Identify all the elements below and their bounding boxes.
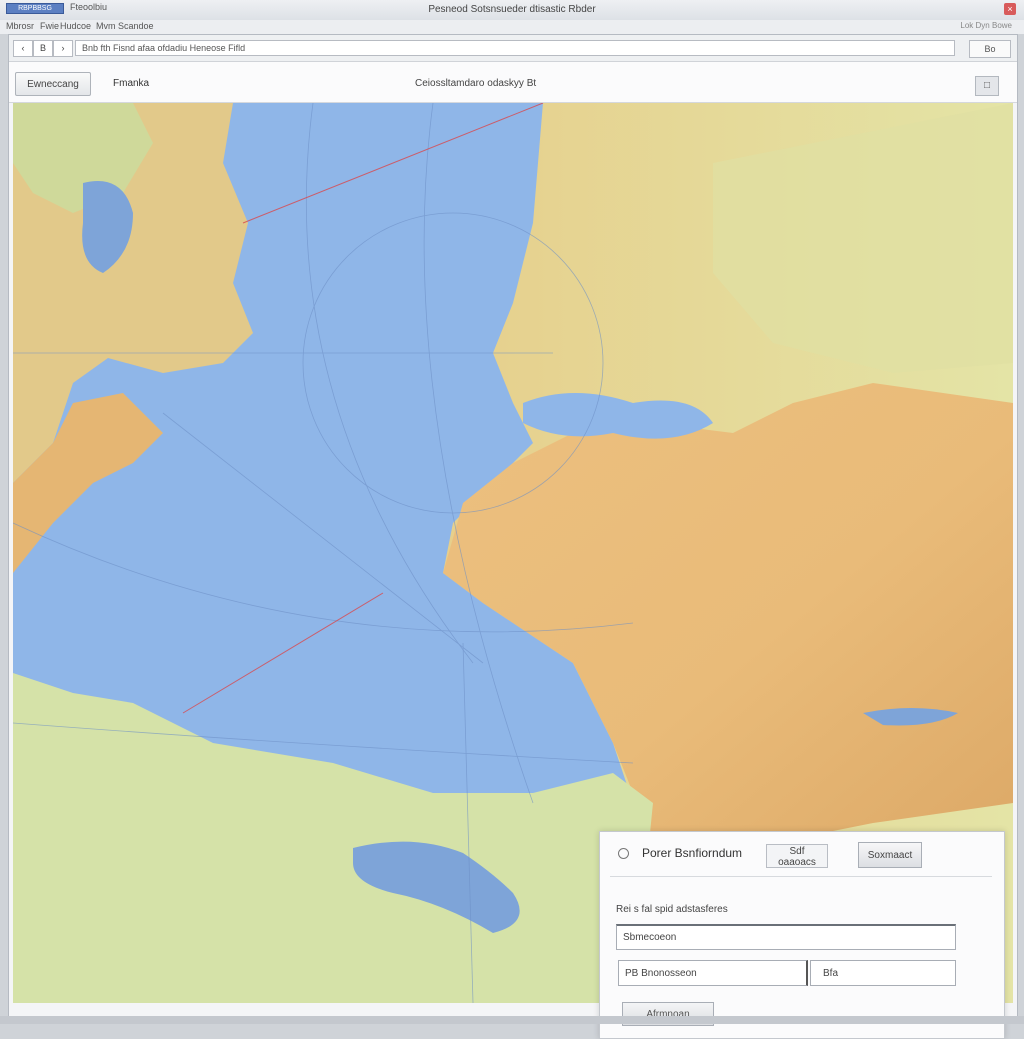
menu-item-2[interactable]: Fwie <box>40 21 59 31</box>
home-icon[interactable]: B <box>33 40 53 57</box>
menu-right-text: Lok Dyn Bowe <box>960 21 1012 30</box>
panel-primary-button[interactable]: Soxmaact <box>858 842 922 868</box>
menu-item-5[interactable]: Scandoe <box>118 21 154 31</box>
panel-divider <box>610 876 992 877</box>
map-header: Ewneccang Fmanka Ceiossltamdaro odaskyy … <box>9 62 1017 103</box>
window-title: Pesneod Sotsnsueder dtisastic Rbder <box>428 4 596 15</box>
panel-form-label: Rei s fal spid adstasferes <box>616 904 728 915</box>
status-bar <box>0 1016 1024 1024</box>
header-button[interactable]: Ewneccang <box>15 72 91 96</box>
menu-item-3[interactable]: Hudcoe <box>60 21 91 31</box>
info-icon <box>618 848 629 859</box>
menu-item-4[interactable]: Mvm <box>96 21 116 31</box>
back-icon[interactable]: ‹ <box>13 40 33 57</box>
title-bar: RBPBBSG Fteoolbiu Pesneod Sotsnsueder dt… <box>0 0 1024 21</box>
panel-field-two[interactable] <box>618 960 808 986</box>
close-icon[interactable]: × <box>1004 3 1016 15</box>
toolbar: ‹ B › Bo <box>9 35 1017 62</box>
panel-field-one[interactable] <box>616 924 956 950</box>
expand-icon[interactable]: □ <box>975 76 999 96</box>
app-window: ‹ B › Bo Ewneccang Fmanka Ceiossltamdaro… <box>8 34 1018 1039</box>
menu-bar: Mbrosr Fwie Hudcoe Mvm Scandoe Lok Dyn B… <box>0 20 1024 34</box>
header-center-text: Ceiossltamdaro odaskyy Bt <box>415 78 537 89</box>
toolbar-right-button[interactable]: Bo <box>969 40 1011 58</box>
panel-title: Porer Bsnfiorndum <box>642 846 743 860</box>
menu-item-1[interactable]: Mbrosr <box>6 21 34 31</box>
panel-field-three[interactable] <box>810 960 956 986</box>
panel-secondary-button[interactable]: Sdf oaaoacs <box>766 844 828 868</box>
info-panel: Porer Bsnfiorndum Sdf oaaoacs Soxmaact R… <box>599 831 1005 1039</box>
forward-icon[interactable]: › <box>53 40 73 57</box>
address-input[interactable] <box>75 40 955 56</box>
header-label: Fmanka <box>113 78 150 89</box>
